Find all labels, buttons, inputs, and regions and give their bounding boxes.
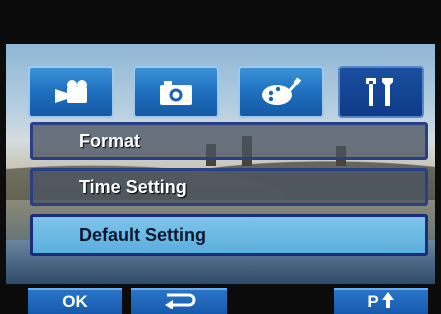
menu-item-label: Default Setting: [79, 224, 207, 245]
page-label: P: [367, 292, 379, 311]
settings-menu: Format Time Setting Default Setting: [30, 122, 428, 260]
tools-icon: [361, 76, 401, 108]
ok-label: OK: [62, 292, 88, 311]
tab-settings[interactable]: [338, 66, 424, 118]
palette-brush-icon: [259, 76, 303, 108]
up-arrow-icon: [381, 291, 395, 314]
menu-item-label: Format: [79, 130, 141, 151]
menu-item-format[interactable]: Format: [30, 122, 428, 160]
video-camera-icon: [51, 77, 91, 107]
top-black-bar: [0, 0, 441, 44]
menu-item-label: Time Setting: [79, 176, 187, 197]
ok-button[interactable]: OK: [28, 288, 122, 314]
camera-menu-screen: Format Time Setting Default Setting OK P: [0, 0, 441, 314]
mode-tabs: [28, 66, 428, 118]
return-arrow-icon: [161, 291, 197, 314]
tab-camera[interactable]: [133, 66, 219, 118]
return-button[interactable]: [131, 288, 227, 314]
tab-video[interactable]: [28, 66, 114, 118]
page-up-button[interactable]: P: [334, 288, 428, 314]
camera-icon: [156, 77, 196, 107]
menu-item-default-setting[interactable]: Default Setting: [30, 214, 428, 256]
menu-item-time-setting[interactable]: Time Setting: [30, 168, 428, 206]
tab-effects[interactable]: [238, 66, 324, 118]
